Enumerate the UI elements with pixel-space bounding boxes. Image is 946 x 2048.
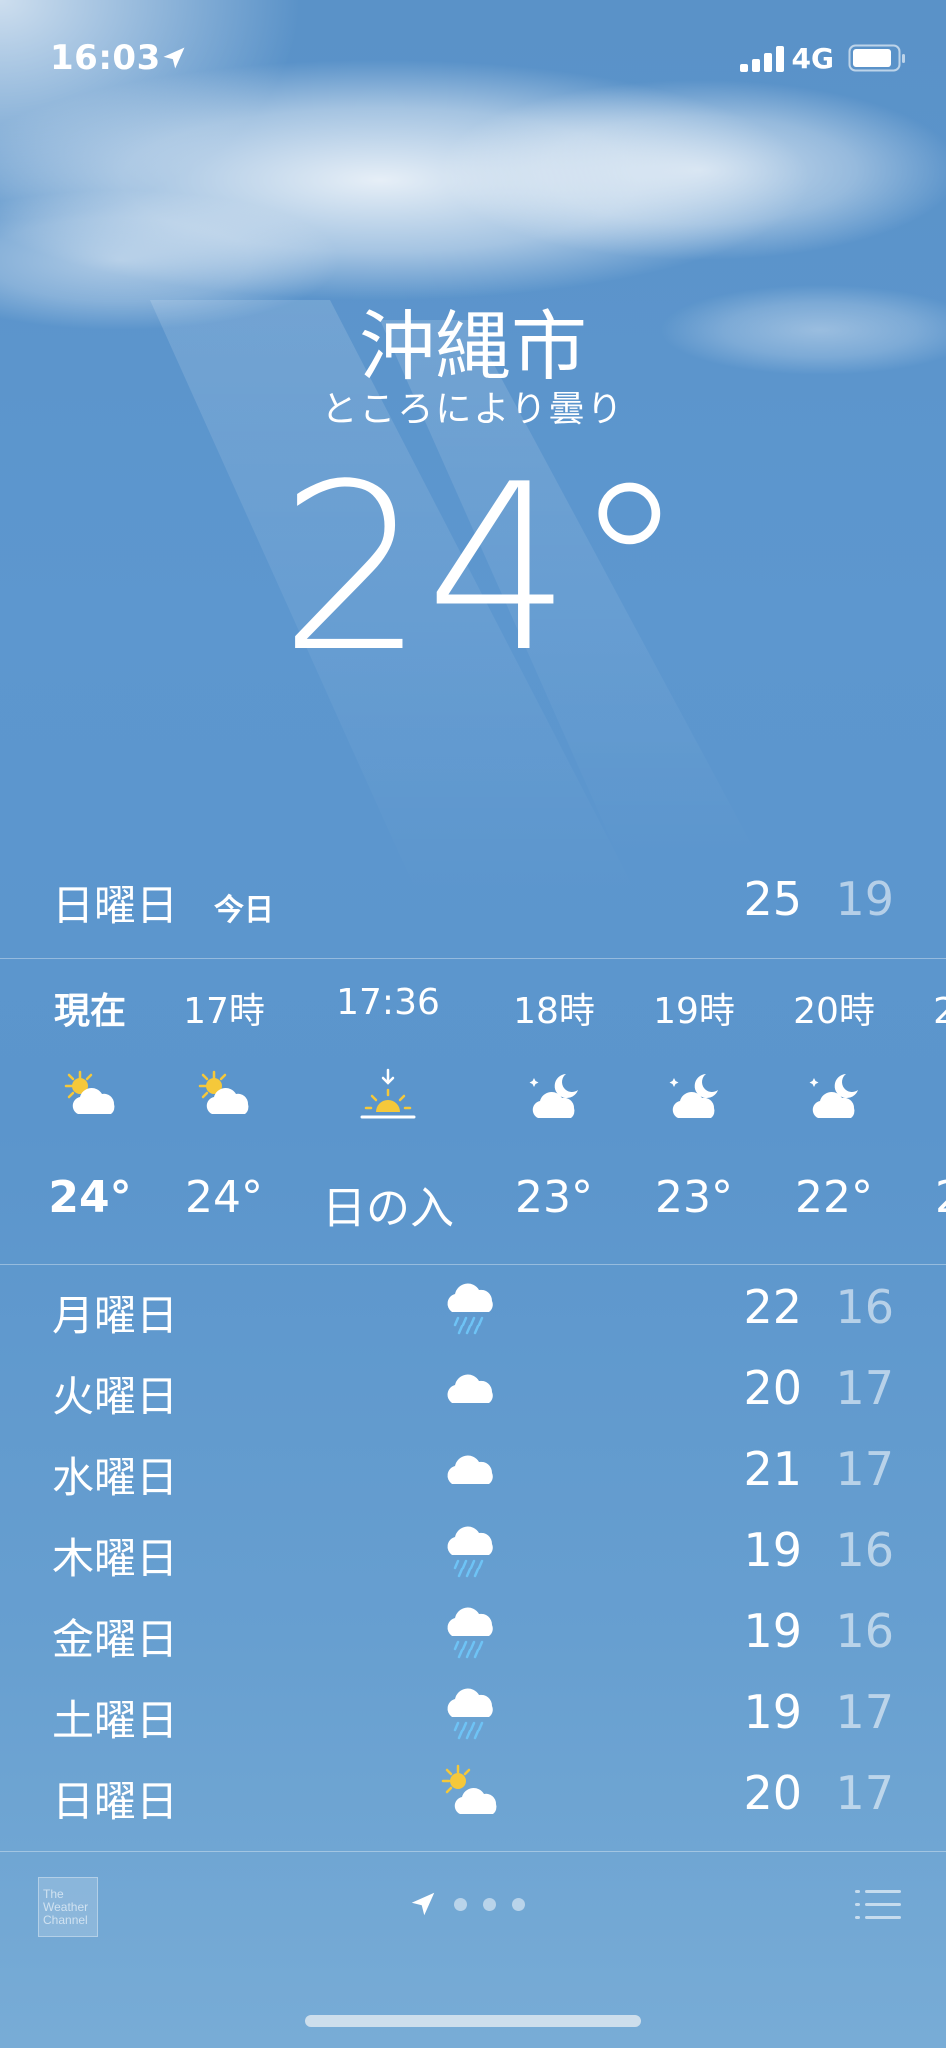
divider [0,958,946,959]
today-low: 19 [835,872,894,926]
rain-cloud-icon [447,1607,493,1659]
hour-label: 現在 [53,991,126,1032]
page-dot[interactable] [454,1897,467,1911]
daily-row-tuesday: 火曜日 20 17 [0,1349,946,1430]
today-label: 今日 [214,893,274,928]
hourly-forecast[interactable]: 現在 24° 17時 24° 17:36 日の入 18時 23° 19時 23°… [0,960,946,1264]
hour-label: 21時 [933,991,946,1032]
moon-cloud-icon [669,1074,718,1118]
day-low: 17 [835,1442,894,1496]
page-indicator[interactable] [408,1887,525,1921]
hour-temp: 23° [515,1172,593,1223]
day-name: 水曜日 [52,1453,179,1502]
home-indicator[interactable] [305,2015,641,2027]
daily-row-friday: 金曜日 19 16 [0,1592,946,1673]
hour-label: 18時 [513,991,595,1032]
day-high: 21 [743,1442,802,1496]
day-low: 17 [835,1685,894,1739]
battery-icon [848,44,905,72]
hour-temp: 23° [655,1172,733,1223]
cloud-icon [447,1455,493,1484]
day-low: 16 [835,1280,894,1334]
day-low: 16 [835,1523,894,1577]
sun-cloud-icon [441,1764,497,1814]
day-high: 19 [743,1604,802,1658]
day-high: 20 [743,1766,802,1820]
day-name: 日曜日 [52,1777,179,1826]
day-high: 19 [743,1685,802,1739]
moon-cloud-icon [529,1074,578,1118]
hour-temp: 24° [48,1172,132,1223]
daily-row-saturday: 土曜日 19 17 [0,1673,946,1754]
location-arrow-icon [163,47,185,69]
hour-label: 17:36 [336,982,440,1023]
location-arrow-icon [411,1892,435,1916]
signal-strength-icon [740,46,786,72]
daily-row-monday: 月曜日 22 16 [0,1268,946,1349]
page-dot[interactable] [512,1897,525,1911]
sun-cloud-icon [64,1070,115,1114]
current-temperature: 24° [279,436,687,703]
day-low: 16 [835,1604,894,1658]
divider [0,1851,946,1852]
hour-temp: 24° [185,1172,263,1223]
daily-row-sunday: 日曜日 20 17 [0,1754,946,1835]
day-name: 木曜日 [52,1534,179,1583]
hour-label: 19時 [653,991,735,1032]
moon-cloud-icon [809,1074,858,1118]
hour-label: 17時 [183,991,265,1032]
daily-row-wednesday: 水曜日 21 17 [0,1430,946,1511]
hour-temp: 22° [904,1172,946,1223]
daily-row-thursday: 木曜日 19 16 [0,1511,946,1592]
page-dot[interactable] [483,1897,496,1911]
day-name: 金曜日 [52,1615,179,1664]
rain-cloud-icon [447,1688,493,1740]
rain-cloud-icon [447,1526,493,1578]
city-name: 沖縄市 [359,302,587,391]
day-low: 17 [835,1766,894,1820]
today-high: 25 [743,872,802,926]
day-name: 月曜日 [52,1291,179,1340]
weather-condition: ところにより曇り [321,389,625,430]
rain-cloud-icon [447,1283,493,1335]
day-high: 22 [743,1280,802,1334]
sun-cloud-icon [198,1070,249,1114]
day-low: 17 [835,1361,894,1415]
today-day-name: 日曜日 [52,881,179,930]
day-high: 19 [743,1523,802,1577]
city-list-icon[interactable] [855,1887,901,1923]
weather-channel-logo[interactable]: The Weather Channel [38,1877,98,1937]
day-high: 20 [743,1361,802,1415]
hour-label: 20時 [793,991,875,1032]
divider [0,1264,946,1265]
sunset-icon [360,1068,416,1119]
status-time: 16:03 [50,38,161,78]
hour-temp: 日の入 [322,1183,454,1234]
network-type: 4G [791,42,834,75]
day-name: 火曜日 [52,1372,179,1421]
day-name: 土曜日 [52,1696,179,1745]
hour-temp: 22° [795,1172,873,1223]
cloud-icon [447,1374,493,1403]
